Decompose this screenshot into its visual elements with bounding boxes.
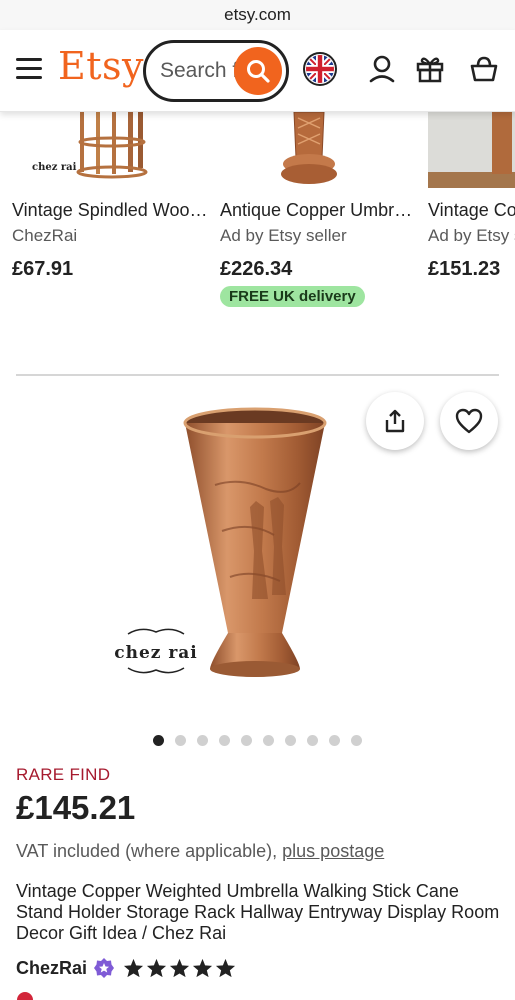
favorite-button[interactable]: [440, 392, 498, 450]
search-box: [143, 40, 289, 102]
umbrella-stand-image: [428, 112, 515, 188]
free-delivery-badge: FREE UK delivery: [220, 286, 365, 307]
menu-icon[interactable]: [16, 58, 42, 80]
shop-info: ChezRai: [16, 956, 236, 980]
pagination-dot[interactable]: [219, 735, 230, 746]
watermark-text: chez rai: [114, 643, 198, 663]
recommendation-card[interactable]: Antique Copper Umbrella Stand Ad by Etsy…: [220, 112, 418, 307]
recommendation-carousel[interactable]: chez rai Vintage Spindled Wooden Stool P…: [0, 112, 515, 322]
pagination-dot[interactable]: [285, 735, 296, 746]
share-button[interactable]: [366, 392, 424, 450]
pagination-dot[interactable]: [307, 735, 318, 746]
rare-find-label: RARE FIND: [16, 765, 111, 784]
pagination-dot[interactable]: [197, 735, 208, 746]
listing-title: Vintage Copper Weighted Umbrella Walking…: [16, 881, 500, 943]
search-button[interactable]: [234, 47, 282, 95]
product-price: £226.34: [220, 258, 293, 280]
ornament-icon: [127, 628, 185, 635]
search-input[interactable]: [160, 57, 238, 85]
vat-text: VAT included (where applicable),: [16, 841, 278, 861]
account-button[interactable]: [364, 51, 400, 87]
url-text: etsy.com: [224, 5, 291, 24]
site-header: Etsy: [0, 30, 515, 112]
ornament-icon: [127, 667, 185, 674]
heart-icon: [17, 992, 33, 1000]
star-icon: [146, 958, 167, 978]
recommendation-card[interactable]: chez rai Vintage Spindled Wooden Stool P…: [12, 112, 210, 281]
pagination-dot[interactable]: [153, 735, 164, 746]
product-title[interactable]: Vintage Copper Umbrella Stand: [428, 200, 515, 221]
ad-label: Ad by Etsy seller: [428, 226, 515, 245]
basket-icon: [470, 56, 498, 82]
stool-image: chez rai: [32, 112, 148, 179]
product-price: £67.91: [12, 258, 74, 280]
product-title[interactable]: Vintage Spindled Wooden Stool Plant Stan…: [12, 200, 210, 221]
etsy-logo[interactable]: Etsy: [58, 44, 144, 88]
gift-button[interactable]: [412, 51, 448, 87]
listing-price: £145.21: [16, 789, 136, 826]
browser-url-bar[interactable]: etsy.com: [0, 0, 515, 30]
product-thumbnail[interactable]: [428, 112, 515, 188]
product-title[interactable]: Antique Copper Umbrella Stand: [220, 200, 418, 221]
star-rating: [123, 958, 236, 978]
copper-stand-image: [281, 112, 337, 184]
shop-name[interactable]: ChezRai: [16, 958, 87, 979]
gift-icon: [416, 57, 444, 83]
star-seller-badge-icon: [94, 958, 115, 978]
svg-text:chez rai: chez rai: [32, 162, 77, 173]
ad-label: Ad by Etsy seller: [220, 226, 347, 245]
pagination-dot[interactable]: [351, 735, 362, 746]
product-price: £151.23: [428, 258, 501, 280]
section-divider: [16, 374, 499, 376]
postage-link[interactable]: plus postage: [282, 841, 384, 861]
region-button[interactable]: [302, 51, 338, 87]
pagination-dot[interactable]: [175, 735, 186, 746]
pagination-dot[interactable]: [241, 735, 252, 746]
uk-flag-icon: [303, 52, 337, 86]
pagination-dot[interactable]: [263, 735, 274, 746]
image-pagination[interactable]: [153, 735, 362, 746]
vat-note: VAT included (where applicable), plus po…: [16, 841, 384, 862]
product-thumbnail[interactable]: chez rai: [12, 112, 210, 188]
pagination-dot[interactable]: [329, 735, 340, 746]
product-thumbnail[interactable]: [220, 112, 418, 188]
account-icon: [369, 55, 395, 83]
recommendation-card[interactable]: Vintage Copper Umbrella Stand Ad by Etsy…: [428, 112, 515, 281]
star-icon: [192, 958, 213, 978]
listing-image-gallery[interactable]: chez rai: [0, 385, 515, 725]
shop-watermark: chez rai: [108, 625, 204, 681]
basket-button[interactable]: [466, 51, 502, 87]
star-icon: [215, 958, 236, 978]
seller-name: ChezRai: [12, 226, 78, 245]
heart-icon: [455, 408, 483, 434]
star-icon: [169, 958, 190, 978]
search-icon: [247, 60, 270, 83]
share-icon: [385, 409, 405, 433]
star-icon: [123, 958, 144, 978]
